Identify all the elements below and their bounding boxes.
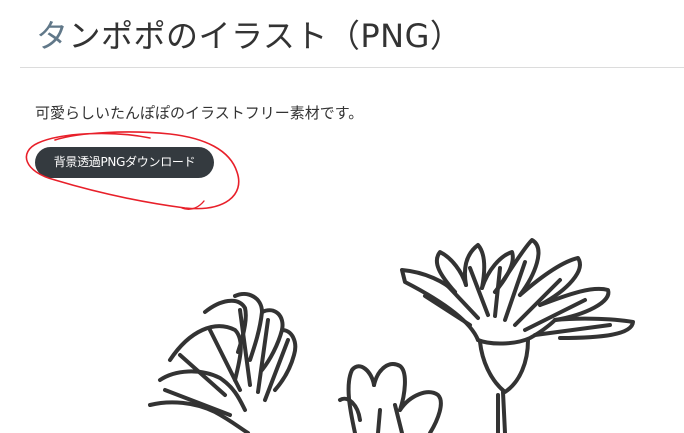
page-title: タンポポのイラスト（PNG） (36, 14, 462, 58)
page-title-rest: ンポポのイラスト（PNG） (68, 17, 463, 55)
title-divider (20, 67, 684, 68)
page-title-first-char: タ (36, 17, 69, 55)
description-text: 可愛らしいたんぽぽのイラストフリー素材です。 (35, 104, 364, 122)
download-png-button[interactable]: 背景透過PNGダウンロード (35, 147, 214, 178)
dandelion-illustration (148, 238, 635, 433)
article-page: タンポポのイラスト（PNG） 可愛らしいたんぽぽのイラストフリー素材です。 背景… (0, 0, 684, 433)
